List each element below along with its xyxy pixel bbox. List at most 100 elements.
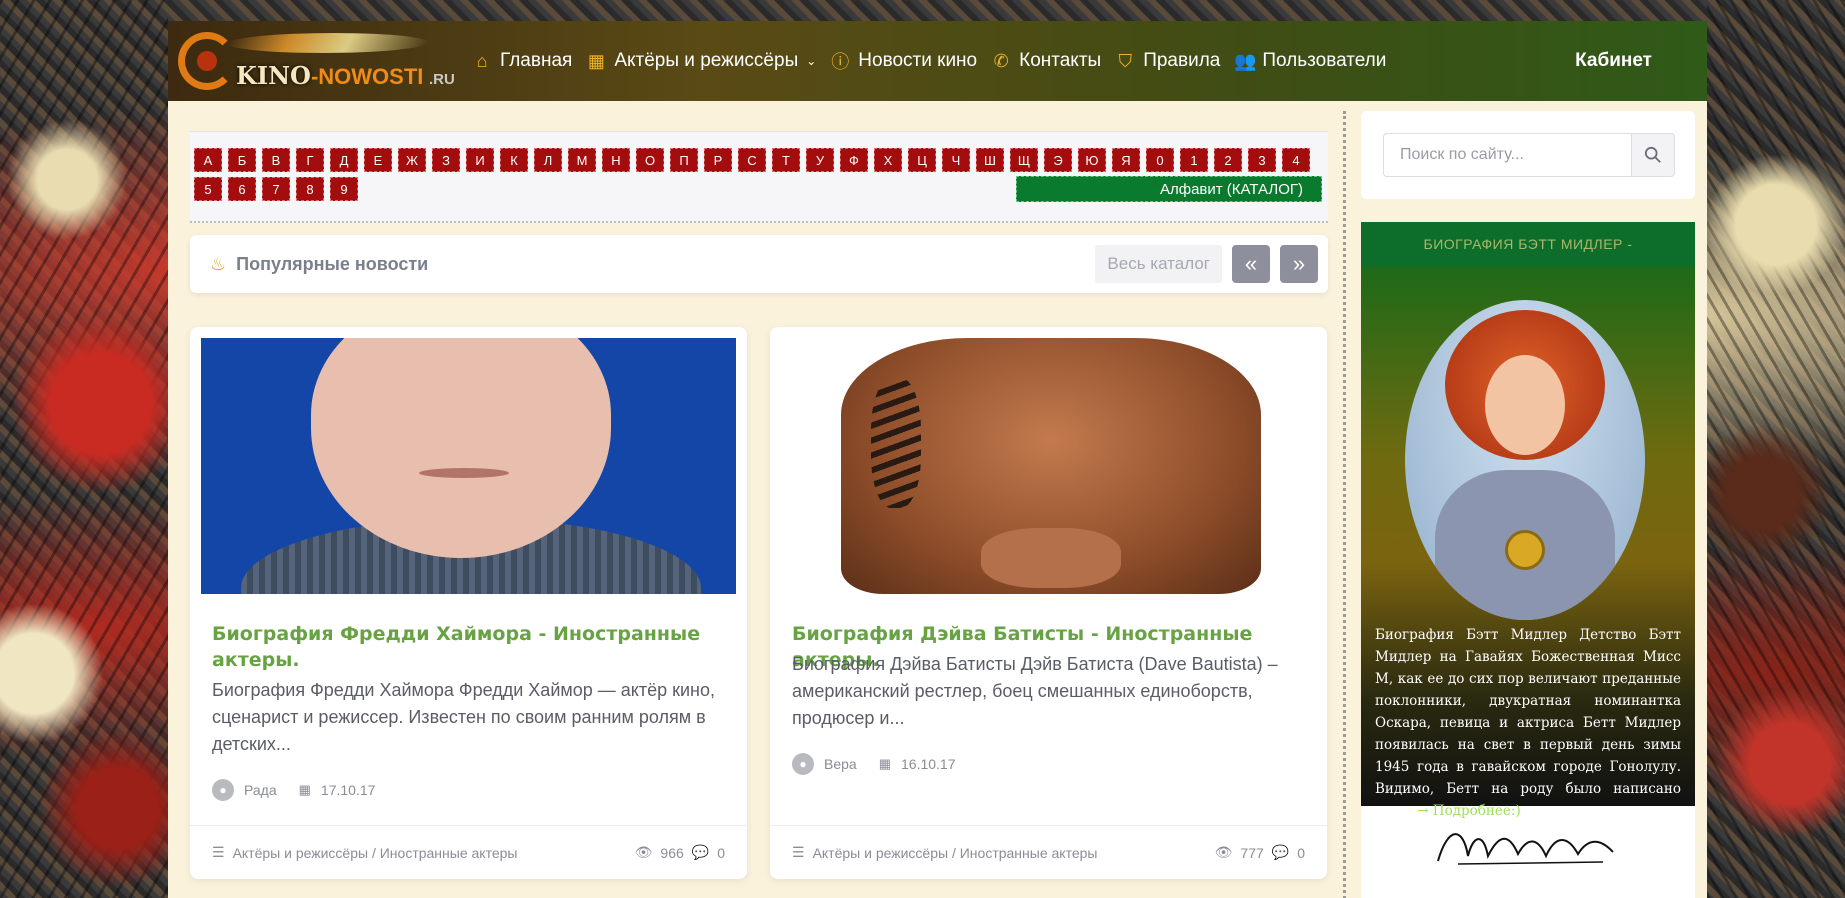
alphabet-letter[interactable]: 8	[296, 177, 324, 201]
alphabet-letter[interactable]: Г	[296, 148, 324, 172]
home-icon: ⌂	[476, 50, 488, 71]
logo-kino: KINO	[236, 61, 311, 90]
card-category-label: Актёры и режиссёры / Иностранные актеры	[232, 844, 518, 861]
alphabet-letter[interactable]: 1	[1180, 148, 1208, 172]
nav-item-label: Главная	[500, 50, 573, 71]
prev-button[interactable]: «	[1232, 245, 1270, 283]
page-wrapper: KINO-NOWOSTI .RU ⌂ Главная ▦ Актёры и ре…	[168, 21, 1707, 898]
card-footer: ☰ Актёры и режиссёры / Иностранные актер…	[190, 825, 747, 879]
nav-item-label: Актёры и режиссёры	[614, 50, 799, 71]
alphabet-panel: АБВГДЕЖЗИКЛМНОПРСТУФХЦЧШЩЭЮЯ01234 56789 …	[190, 131, 1328, 223]
alphabet-letter[interactable]: В	[262, 148, 290, 172]
comment-icon: 💬	[691, 844, 710, 860]
card-views: 966	[660, 844, 684, 861]
alphabet-letter[interactable]: Ж	[398, 148, 426, 172]
next-button[interactable]: »	[1280, 245, 1318, 283]
search-input[interactable]	[1383, 133, 1631, 177]
nav-item-actors[interactable]: ▦ Актёры и режиссёры ⌄	[586, 50, 816, 72]
cabinet-link[interactable]: Кабинет	[1575, 21, 1652, 101]
card-image[interactable]	[781, 338, 1316, 594]
card-image[interactable]	[201, 338, 736, 594]
search-button[interactable]	[1631, 133, 1675, 177]
card-category[interactable]: ☰ Актёры и режиссёры / Иностранные актер…	[212, 844, 517, 861]
alphabet-letter[interactable]: Х	[874, 148, 902, 172]
alphabet-letter[interactable]: Р	[704, 148, 732, 172]
alphabet-letter[interactable]: 9	[330, 177, 358, 201]
nav-item-contacts[interactable]: ✆ Контакты	[991, 50, 1102, 72]
main-nav: ⌂ Главная ▦ Актёры и режиссёры ⌄ ⓘ Новос…	[472, 21, 1400, 101]
card-title[interactable]: Биография Фредди Хаймора - Иностранные а…	[212, 621, 722, 673]
alphabet-letter[interactable]: И	[466, 148, 494, 172]
nav-item-users[interactable]: 👥 Пользователи	[1234, 50, 1386, 72]
alphabet-letter[interactable]: С	[738, 148, 766, 172]
popular-news-bar: ♨ Популярные новости Весь каталог « »	[190, 235, 1328, 293]
logo-ru: .RU	[428, 71, 455, 88]
card-meta: ● Рада ▦ 17.10.17	[212, 779, 375, 801]
alphabet-letter[interactable]: 7	[262, 177, 290, 201]
alphabet-letter[interactable]: Д	[330, 148, 358, 172]
alphabet-letter[interactable]: М	[568, 148, 596, 172]
biography-portrait[interactable]	[1405, 300, 1645, 620]
card-category-label: Актёры и режиссёры / Иностранные актеры	[812, 844, 1098, 861]
background-graffiti-left	[0, 0, 168, 898]
biography-body: Биография Бэтт Мидлер Детство Бэтт Мидле…	[1361, 266, 1695, 819]
nav-item-label: Пользователи	[1262, 50, 1387, 71]
alphabet-catalog-button[interactable]: Алфавит (КАТАЛОГ)	[1016, 176, 1322, 202]
alphabet-letter[interactable]: А	[194, 148, 222, 172]
alphabet-letter[interactable]: Н	[602, 148, 630, 172]
alphabet-letter[interactable]: Я	[1112, 148, 1140, 172]
search-icon	[1644, 146, 1661, 163]
logo-nowosti: -NOWOSTI	[310, 64, 424, 89]
alphabet-letter[interactable]: 4	[1282, 148, 1310, 172]
alphabet-row-1: АБВГДЕЖЗИКЛМНОПРСТУФХЦЧШЩЭЮЯ01234	[194, 148, 1328, 172]
site-header: KINO-NOWOSTI .RU ⌂ Главная ▦ Актёры и ре…	[168, 21, 1707, 101]
card-category[interactable]: ☰ Актёры и режиссёры / Иностранные актер…	[792, 844, 1097, 861]
user-avatar-icon: ●	[792, 753, 814, 775]
alphabet-letter[interactable]: Е	[364, 148, 392, 172]
sidebar: БИОГРАФИЯ БЭТТ МИДЛЕР - Биография Бэтт М…	[1361, 111, 1695, 898]
alphabet-letter[interactable]: 0	[1146, 148, 1174, 172]
info-icon: ⓘ	[831, 52, 850, 72]
alphabet-letter[interactable]: К	[500, 148, 528, 172]
all-catalog-button[interactable]: Весь каталог	[1095, 245, 1222, 283]
alphabet-letter[interactable]: П	[670, 148, 698, 172]
alphabet-letter[interactable]: 3	[1248, 148, 1276, 172]
user-avatar-icon: ●	[212, 779, 234, 801]
biography-text: Биография Бэтт Мидлер Детство Бэтт Мидле…	[1375, 624, 1681, 822]
alphabet-letter[interactable]: Л	[534, 148, 562, 172]
popular-news-title: Популярные новости	[236, 253, 429, 274]
logo-text: KINO-NOWOSTI .RU	[236, 61, 455, 90]
card-footer: ☰ Актёры и режиссёры / Иностранные актер…	[770, 825, 1327, 879]
biography-heading[interactable]: БИОГРАФИЯ БЭТТ МИДЛЕР -	[1361, 222, 1695, 266]
alphabet-letter[interactable]: Ш	[976, 148, 1004, 172]
alphabet-letter[interactable]: Б	[228, 148, 256, 172]
alphabet-letter[interactable]: 6	[228, 177, 256, 201]
card-date: 16.10.17	[901, 756, 956, 772]
background-graffiti-right	[1707, 0, 1845, 898]
alphabet-letter[interactable]: Щ	[1010, 148, 1038, 172]
alphabet-letter[interactable]: У	[806, 148, 834, 172]
news-card: Биография Фредди Хаймора - Иностранные а…	[190, 327, 747, 879]
search-widget	[1361, 111, 1695, 199]
card-author[interactable]: Вера	[824, 756, 857, 772]
card-author[interactable]: Рада	[244, 782, 277, 798]
alphabet-letter[interactable]: Ч	[942, 148, 970, 172]
nav-item-label: Контакты	[1019, 50, 1102, 71]
nav-item-home[interactable]: ⌂ Главная	[472, 50, 573, 72]
alphabet-letter[interactable]: О	[636, 148, 664, 172]
alphabet-letter[interactable]: Ю	[1078, 148, 1106, 172]
nav-item-label: Новости кино	[858, 50, 978, 71]
alphabet-letter[interactable]: 5	[194, 177, 222, 201]
nav-item-news[interactable]: ⓘ Новости кино	[830, 48, 977, 74]
alphabet-letter[interactable]: Э	[1044, 148, 1072, 172]
news-card: Биография Дэйва Батисты - Иностранные ак…	[770, 327, 1327, 879]
alphabet-letter[interactable]: Ц	[908, 148, 936, 172]
layers-icon: ☰	[212, 844, 225, 860]
alphabet-letter[interactable]: З	[432, 148, 460, 172]
nav-item-rules[interactable]: ⛉ Правила	[1115, 50, 1220, 72]
alphabet-letter[interactable]: Ф	[840, 148, 868, 172]
site-logo[interactable]: KINO-NOWOSTI .RU	[168, 21, 468, 101]
alphabet-letter[interactable]: Т	[772, 148, 800, 172]
alphabet-letter[interactable]: 2	[1214, 148, 1242, 172]
card-stats: 👁 966 💬 0	[635, 844, 725, 861]
